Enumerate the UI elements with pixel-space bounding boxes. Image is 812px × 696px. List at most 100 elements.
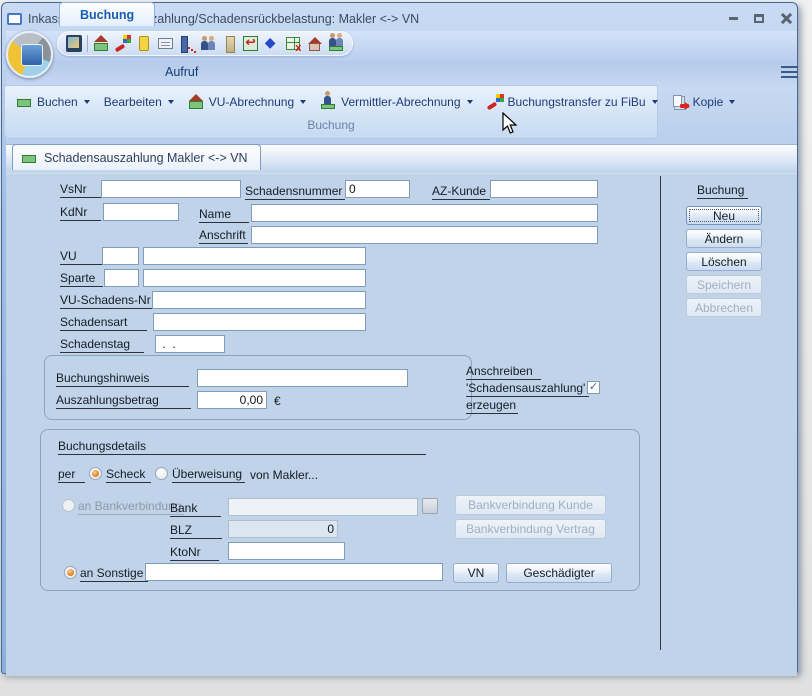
geschaedigter-button[interactable]: Geschädigter [506, 563, 612, 583]
an-sonstige-label[interactable]: an Sonstige [80, 567, 148, 582]
quick-toolbar [57, 31, 353, 56]
auszahlungsbetrag-label[interactable]: Auszahlungsbetrag [56, 394, 191, 409]
speichern-button[interactable]: Speichern [686, 275, 762, 294]
tab-buchung[interactable]: Buchung [59, 2, 155, 26]
kdnr-input[interactable] [103, 203, 179, 221]
schadensnummer-input[interactable] [345, 180, 410, 198]
ueberweisung-radio[interactable] [155, 467, 168, 480]
document-tab[interactable]: Schadensauszahlung Makler <-> VN [12, 144, 261, 170]
tower-icon[interactable] [221, 35, 237, 52]
sparte-name-input[interactable] [143, 269, 366, 287]
restore-button[interactable] [749, 11, 769, 27]
loeschen-button[interactable]: Löschen [686, 252, 762, 271]
schadensnummer-label[interactable]: Schadensnummer [245, 185, 345, 200]
toolbar-separator [87, 35, 88, 52]
undo-icon[interactable] [242, 35, 258, 52]
bankverbindung-kunde-button[interactable]: Bankverbindung Kunde [455, 495, 606, 515]
table-delete-icon[interactable] [285, 35, 301, 52]
schadenstag-input[interactable] [155, 335, 225, 353]
vermittler-abrechnung-button[interactable]: Vermittler-Abrechnung [313, 91, 479, 113]
door-exit-icon[interactable] [179, 35, 195, 52]
az-kunde-input[interactable] [490, 180, 598, 198]
sparte-label[interactable]: Sparte [60, 272, 103, 287]
buchungshinweis-label[interactable]: Buchungshinweis [56, 372, 189, 387]
aendern-button[interactable]: Ändern [686, 229, 762, 248]
sparte-code-input[interactable] [104, 269, 139, 287]
buchen-button[interactable]: Buchen [9, 91, 97, 113]
envelope-icon[interactable] [157, 35, 173, 52]
buchungsdetails-title: Buchungsdetails [58, 440, 426, 455]
schadensart-label[interactable]: Schadensart [60, 316, 147, 331]
blz-label[interactable]: BLZ [170, 524, 222, 539]
buchungshinweis-input[interactable] [197, 369, 408, 387]
neu-button[interactable]: Neu [686, 206, 762, 225]
ueberweisung-label[interactable]: Überweisung [172, 468, 245, 483]
vu-label[interactable]: VU [60, 250, 103, 265]
ktonr-label[interactable]: KtoNr [170, 546, 219, 561]
scheck-label[interactable]: Scheck [106, 468, 151, 483]
bearbeiten-button[interactable]: Bearbeiten [97, 92, 181, 112]
kdnr-label[interactable]: KdNr [60, 206, 101, 221]
tab-aufruf[interactable]: Aufruf [145, 60, 218, 84]
buchungstransfer-fibu-button[interactable]: Buchungstransfer zu FiBu [480, 91, 665, 113]
people-money-icon[interactable] [328, 35, 344, 52]
house-icon[interactable] [306, 35, 322, 52]
money-icon [16, 94, 33, 110]
bank-browse-button[interactable] [422, 498, 438, 514]
an-sonstige-radio[interactable] [64, 566, 77, 579]
anschreiben-label-line2[interactable]: 'Schadensauszahlung' [466, 382, 589, 397]
panel-separator [660, 176, 661, 650]
app-orb-logo[interactable] [6, 31, 53, 78]
an-sonstige-input[interactable] [145, 563, 443, 581]
mouse-cursor [500, 112, 522, 136]
an-bankverbindung-radio[interactable] [62, 499, 75, 512]
house-money-icon[interactable] [93, 35, 109, 52]
vu-abrechnung-button[interactable]: VU-Abrechnung [181, 91, 313, 113]
vsnr-input[interactable] [101, 180, 241, 198]
blz-input[interactable] [228, 520, 338, 538]
anschreiben-label-line3[interactable]: erzeugen [466, 399, 518, 414]
close-button[interactable] [775, 11, 795, 27]
monitor-media-icon[interactable] [66, 35, 82, 52]
name-label[interactable]: Name [199, 208, 249, 223]
export-arrow-icon[interactable] [115, 35, 131, 52]
vu-name-input[interactable] [143, 247, 366, 265]
vn-button[interactable]: VN [453, 563, 499, 583]
an-bankverbindung-label[interactable]: an Bankverbindung [78, 500, 184, 515]
bank-label[interactable]: Bank [170, 502, 221, 517]
vu-schadens-nr-input[interactable] [152, 291, 366, 309]
vsnr-label[interactable]: VsNr [60, 183, 101, 198]
abbrechen-button[interactable]: Abbrechen [686, 298, 762, 317]
auszahlungsbetrag-input[interactable] [197, 391, 267, 409]
scheck-radio[interactable] [89, 467, 102, 480]
diamond-icon[interactable] [264, 35, 280, 52]
ribbon-group-label: Buchung [5, 118, 657, 132]
ribbon-buttons: Buchen Bearbeiten VU-Abrechnung Vermittl… [9, 89, 742, 115]
anschrift-label[interactable]: Anschrift [199, 229, 248, 244]
document-icon[interactable] [136, 35, 152, 52]
chevron-down-icon [729, 100, 735, 104]
schadenstag-label[interactable]: Schadenstag [60, 338, 144, 353]
anschreiben-label-line1[interactable]: Anschreiben [466, 365, 541, 380]
name-input[interactable] [251, 204, 598, 222]
anschreiben-checkbox[interactable]: ✓ [587, 381, 600, 394]
transfer-icon [487, 94, 504, 110]
az-kunde-label[interactable]: AZ-Kunde [432, 185, 490, 200]
copy-icon [672, 94, 689, 110]
anschrift-input[interactable] [251, 226, 598, 244]
people-icon[interactable] [200, 35, 216, 52]
ktonr-input[interactable] [228, 542, 345, 560]
per-label: per [58, 468, 85, 483]
kopie-button[interactable]: Kopie [665, 91, 743, 113]
currency-symbol: € [274, 394, 281, 408]
menu-hamburger-icon[interactable] [781, 66, 798, 78]
money-icon [21, 151, 38, 164]
minimize-button[interactable] [723, 11, 743, 27]
doctab-strip: Schadensauszahlung Makler <-> VN [4, 141, 795, 170]
bank-input[interactable] [228, 498, 418, 516]
vu-code-input[interactable] [102, 247, 139, 265]
vu-schadens-nr-label[interactable]: VU-Schadens-Nr [60, 294, 155, 309]
schadensart-input[interactable] [153, 313, 366, 331]
chevron-down-icon [467, 100, 473, 104]
bankverbindung-vertrag-button[interactable]: Bankverbindung Vertrag [455, 519, 606, 539]
